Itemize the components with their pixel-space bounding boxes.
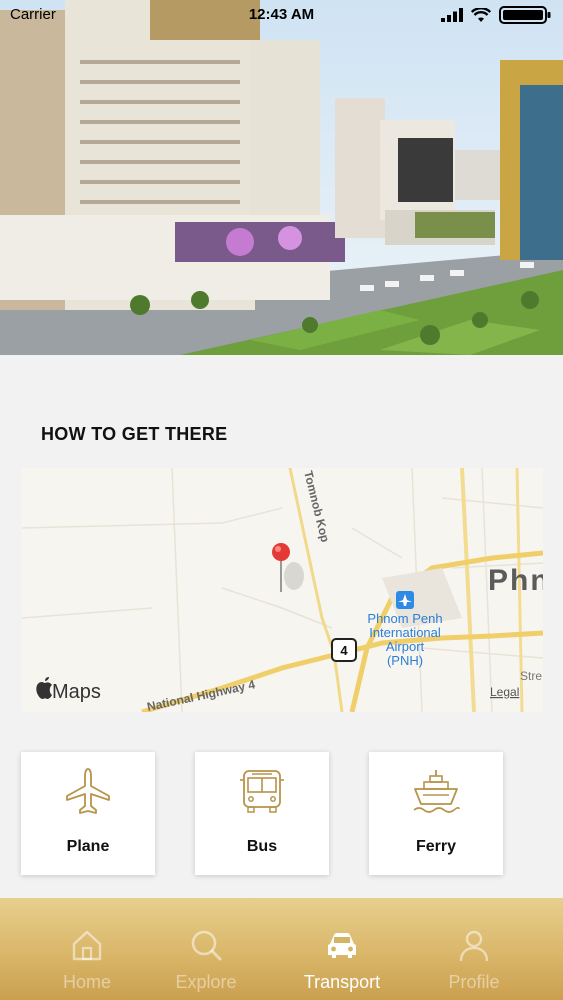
tab-bar: Home Explore Transport Profile [0,898,563,1000]
tab-label-explore: Explore [175,972,237,992]
status-indicators [441,6,551,24]
tab-label-home: Home [62,972,111,992]
plane-icon [66,768,110,814]
airport-label-line1: Phnom Penh [367,611,442,626]
tab-label-transport: Transport [303,972,381,992]
maps-brand-label: Maps [52,681,101,703]
tab-explore[interactable]: Explore [141,898,271,1000]
map-view[interactable]: Tomnob Kop National Highway 4 4 Phnom Pe… [22,468,543,712]
airport-label-line2: International [369,625,441,640]
transport-options: Plane Bus Ferry [0,752,563,876]
city-label: Phn [488,564,543,597]
bus-icon [240,770,284,813]
section-title: HOW TO GET THERE [41,424,228,444]
battery-icon [499,6,551,24]
car-icon [328,933,356,958]
status-bar: Carrier 12:43 AM [0,0,563,32]
transport-label-ferry: Ferry [415,838,457,855]
highway-shield-number: 4 [340,643,348,658]
airport-label-line4: (PNH) [387,653,423,668]
street-label-partial: Stre [520,669,542,683]
airport-label-line3: Airport [386,639,425,654]
wifi-icon [471,7,491,22]
ferry-icon [413,770,460,813]
profile-icon [459,930,489,962]
transport-card-bus[interactable]: Bus [195,752,329,875]
hero-image [0,0,563,355]
tab-label-profile: Profile [448,972,500,992]
tab-profile[interactable]: Profile [409,898,539,1000]
transport-label-bus: Bus [246,838,278,855]
search-icon [191,930,222,961]
tab-transport[interactable]: Transport [277,898,407,1000]
transport-card-plane[interactable]: Plane [21,752,155,875]
transport-card-ferry[interactable]: Ferry [369,752,503,875]
home-icon [72,930,102,961]
map-legal-link[interactable]: Legal [490,685,519,699]
signal-icon [441,8,463,22]
transport-label-plane: Plane [66,838,110,855]
tab-home[interactable]: Home [22,898,152,1000]
